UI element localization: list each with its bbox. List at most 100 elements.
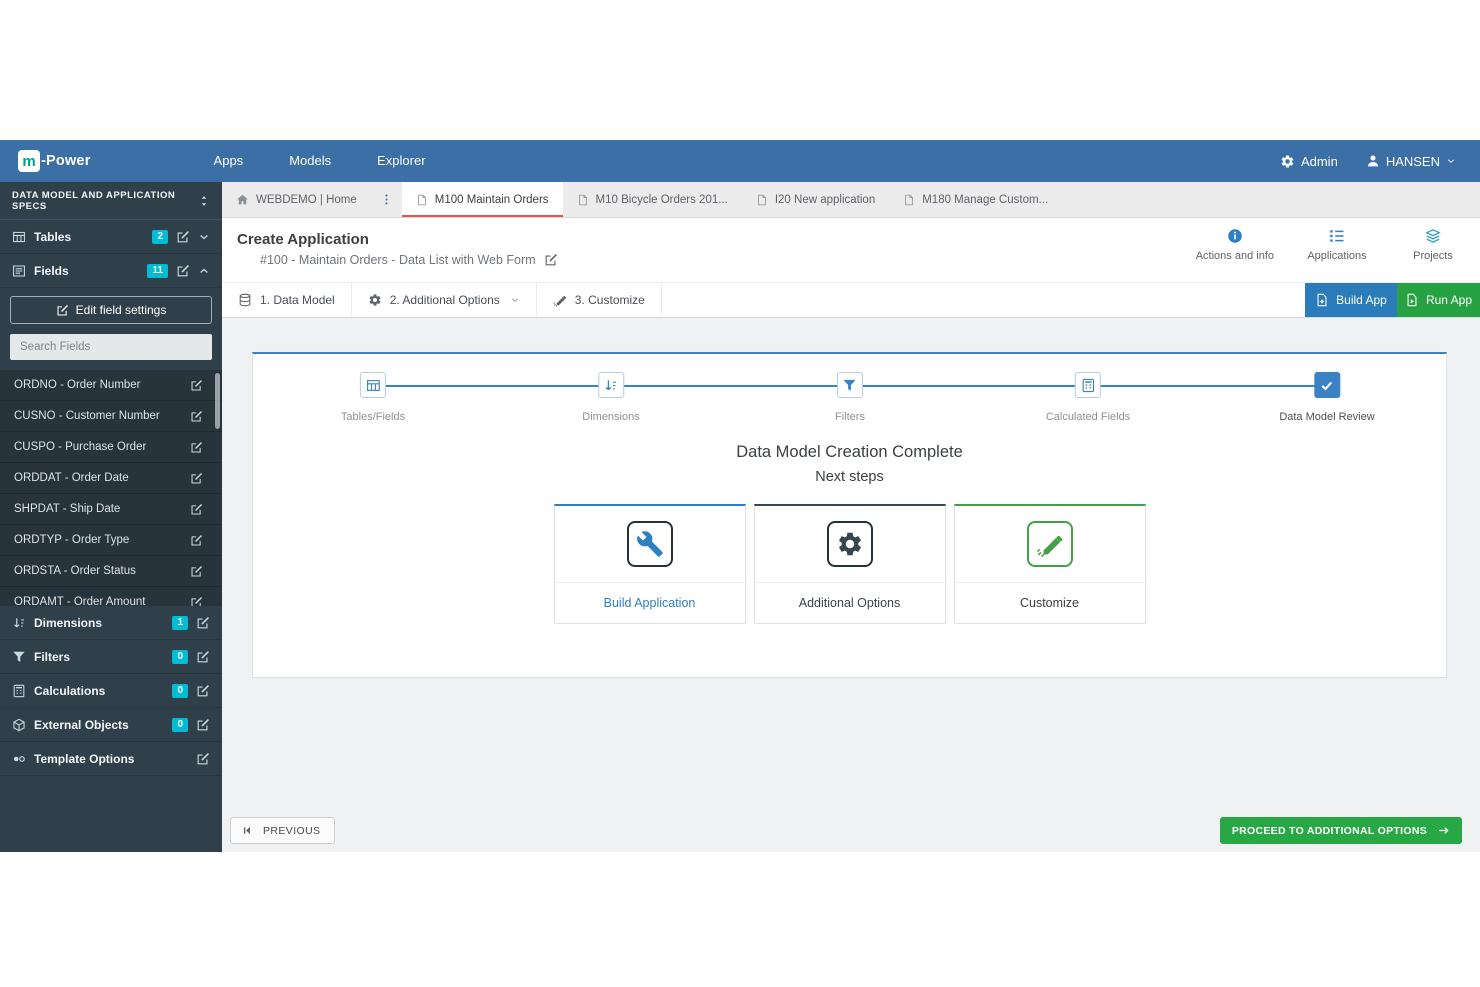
field-label: ORDAMT - Order Amount bbox=[14, 596, 145, 606]
file-play-icon bbox=[1405, 293, 1419, 307]
document-icon bbox=[416, 194, 428, 206]
edit-field-icon[interactable] bbox=[190, 472, 203, 485]
sidebar-item-calculations[interactable]: Calculations 0 bbox=[0, 674, 222, 708]
tab-m10-bicycle-orders[interactable]: M10 Bicycle Orders 201... bbox=[563, 182, 742, 217]
proceed-to-additional-options-button[interactable]: PROCEED TO ADDITIONAL OPTIONS bbox=[1220, 817, 1462, 844]
card-label: Additional Options bbox=[755, 583, 945, 623]
edit-dimensions-icon[interactable] bbox=[196, 616, 210, 630]
sidebar-item-fields[interactable]: Fields 11 bbox=[0, 254, 222, 288]
user-menu[interactable]: HANSEN bbox=[1366, 154, 1456, 169]
arrow-right-icon bbox=[1437, 824, 1450, 837]
edit-tables-icon[interactable] bbox=[176, 230, 190, 244]
edit-app-name-icon[interactable] bbox=[544, 253, 558, 267]
step-label: Data Model Review bbox=[1279, 411, 1374, 423]
arrow-left-icon bbox=[241, 824, 254, 837]
workflow-tab-bar: 1. Data Model 2. Additional Options 3. C… bbox=[222, 283, 1480, 318]
sidebar-item-filters[interactable]: Filters 0 bbox=[0, 640, 222, 674]
field-row-shpdat[interactable]: SHPDAT - Ship Date bbox=[0, 494, 222, 525]
additional-options-card[interactable]: Additional Options bbox=[754, 504, 946, 624]
menu-apps[interactable]: Apps bbox=[191, 140, 267, 182]
pencil-icon bbox=[553, 293, 567, 307]
actions-and-info-button[interactable]: Actions and info bbox=[1196, 228, 1274, 262]
edit-field-icon[interactable] bbox=[190, 565, 203, 578]
edit-field-icon[interactable] bbox=[190, 534, 203, 547]
field-row-ordtyp[interactable]: ORDTYP - Order Type bbox=[0, 525, 222, 556]
sidebar-item-dimensions[interactable]: Dimensions 1 bbox=[0, 606, 222, 640]
edit-external-objects-icon[interactable] bbox=[196, 718, 210, 732]
sidebar-item-tables[interactable]: Tables 2 bbox=[0, 220, 222, 254]
edit-calculations-icon[interactable] bbox=[196, 684, 210, 698]
field-label: ORDDAT - Order Date bbox=[14, 472, 129, 484]
build-application-card[interactable]: Build Application bbox=[554, 504, 746, 624]
page-header: Create Application #100 - Maintain Order… bbox=[222, 218, 1480, 283]
tab-m100-maintain-orders[interactable]: M100 Maintain Orders bbox=[402, 182, 563, 217]
field-label: CUSNO - Customer Number bbox=[14, 410, 160, 422]
projects-button[interactable]: Projects bbox=[1400, 228, 1466, 262]
sidebar: DATA MODEL AND APPLICATION SPECS Tables … bbox=[0, 182, 222, 852]
subtab-data-model[interactable]: 1. Data Model bbox=[222, 283, 352, 317]
ordered-list-icon bbox=[1329, 228, 1345, 244]
app-subtitle: #100 - Maintain Orders - Data List with … bbox=[260, 253, 558, 267]
tab-webdemo-home[interactable]: WEBDEMO | Home bbox=[222, 182, 371, 217]
step-data-model-review[interactable]: Data Model Review bbox=[1279, 372, 1374, 423]
subtab-additional-options[interactable]: 2. Additional Options bbox=[352, 283, 537, 317]
edit-field-icon[interactable] bbox=[190, 441, 203, 454]
field-label: ORDNO - Order Number bbox=[14, 379, 141, 391]
sidebar-item-external-objects[interactable]: External Objects 0 bbox=[0, 708, 222, 742]
next-steps-label: Next steps bbox=[253, 469, 1446, 485]
edit-filters-icon[interactable] bbox=[196, 650, 210, 664]
step-tables-fields[interactable]: Tables/Fields bbox=[341, 372, 405, 423]
step-filters[interactable]: Filters bbox=[835, 372, 865, 423]
tab-label: M180 Manage Custom... bbox=[922, 194, 1048, 206]
subtab-customize[interactable]: 3. Customize bbox=[537, 283, 662, 317]
field-row-ordsta[interactable]: ORDSTA - Order Status bbox=[0, 556, 222, 587]
subtab-label: 2. Additional Options bbox=[390, 293, 500, 307]
admin-menu[interactable]: Admin bbox=[1280, 154, 1338, 169]
sidebar-item-template-options[interactable]: Template Options bbox=[0, 742, 222, 776]
chevron-down-icon[interactable] bbox=[198, 231, 210, 243]
step-calculated-fields[interactable]: Calculated Fields bbox=[1046, 372, 1130, 423]
field-row-ordamt[interactable]: ORDAMT - Order Amount bbox=[0, 587, 222, 606]
tab-i20-new-application[interactable]: I20 New application bbox=[742, 182, 889, 217]
calculations-count-badge: 0 bbox=[172, 684, 188, 698]
edit-field-icon[interactable] bbox=[190, 503, 203, 516]
field-list: ORDNO - Order Number CUSNO - Customer Nu… bbox=[0, 370, 222, 606]
edit-field-icon[interactable] bbox=[190, 596, 203, 607]
search-fields-input[interactable] bbox=[10, 334, 212, 360]
subtab-label: 3. Customize bbox=[575, 293, 645, 307]
tab-m180-manage-custom[interactable]: M180 Manage Custom... bbox=[889, 182, 1062, 217]
field-row-cusno[interactable]: CUSNO - Customer Number bbox=[0, 401, 222, 432]
content-area: Tables/Fields Dimensions Filters Calcula… bbox=[222, 318, 1480, 852]
tab-menu-dots-icon[interactable] bbox=[371, 182, 402, 217]
app-tab-bar: WEBDEMO | Home M100 Maintain Orders M10 … bbox=[222, 182, 1480, 218]
external-objects-label: External Objects bbox=[34, 718, 129, 732]
edit-field-settings-button[interactable]: Edit field settings bbox=[10, 296, 212, 324]
collapse-sidebar-icon[interactable] bbox=[198, 195, 210, 207]
run-app-button[interactable]: Run App bbox=[1397, 283, 1480, 317]
card-label: Customize bbox=[955, 583, 1145, 623]
user-label: HANSEN bbox=[1386, 154, 1440, 169]
card-icon-area bbox=[555, 506, 745, 583]
field-list-scrollbar[interactable] bbox=[215, 373, 220, 429]
user-icon bbox=[1366, 154, 1380, 168]
proceed-label: PROCEED TO ADDITIONAL OPTIONS bbox=[1232, 825, 1427, 837]
numeric-sort-icon bbox=[12, 616, 26, 630]
field-row-ordno[interactable]: ORDNO - Order Number bbox=[0, 370, 222, 401]
edit-field-icon[interactable] bbox=[190, 410, 203, 423]
database-icon bbox=[238, 293, 252, 307]
field-label: ORDSTA - Order Status bbox=[14, 565, 136, 577]
edit-template-options-icon[interactable] bbox=[196, 752, 210, 766]
menu-explorer[interactable]: Explorer bbox=[354, 140, 448, 182]
field-row-cuspo[interactable]: CUSPO - Purchase Order bbox=[0, 432, 222, 463]
build-app-button[interactable]: Build App bbox=[1305, 283, 1397, 317]
field-row-orddat[interactable]: ORDDAT - Order Date bbox=[0, 463, 222, 494]
customize-card[interactable]: Customize bbox=[954, 504, 1146, 624]
previous-button[interactable]: PREVIOUS bbox=[230, 817, 335, 844]
menu-models[interactable]: Models bbox=[266, 140, 354, 182]
mpower-logo[interactable]: m -Power bbox=[18, 150, 91, 172]
edit-field-icon[interactable] bbox=[190, 379, 203, 392]
chevron-up-icon[interactable] bbox=[198, 265, 210, 277]
step-dimensions[interactable]: Dimensions bbox=[582, 372, 639, 423]
edit-fields-icon[interactable] bbox=[176, 264, 190, 278]
applications-button[interactable]: Applications bbox=[1304, 228, 1370, 262]
